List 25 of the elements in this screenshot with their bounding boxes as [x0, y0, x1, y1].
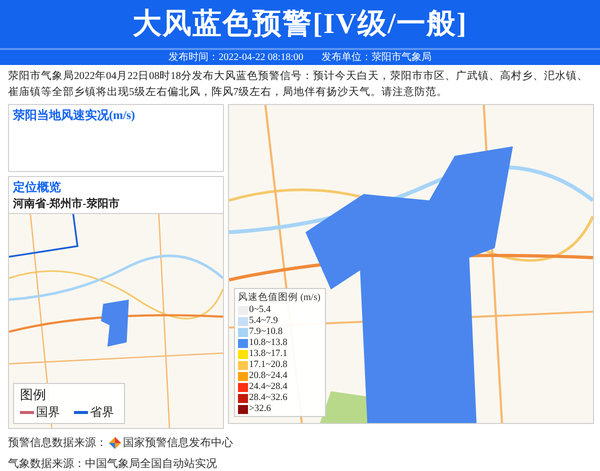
- location-path: 河南省-郑州市-荥阳市: [13, 196, 120, 211]
- legend-label: 20.8~24.4: [249, 371, 288, 381]
- panel-title: 定位概览: [13, 179, 62, 196]
- source-name: 国家预警信息发布中心: [123, 436, 233, 450]
- page-title: 大风蓝色预警[IV级/一般]: [132, 6, 468, 42]
- warning-description: 荥阳市气象局2022年04月22日08时18分发布大风蓝色预警信号：预计今天白天，荥阳市市区、广武镇、高村乡、汜水镇、崔庙镇等全部乡镇将出现5级左右偏北风，阵风7级左右，局地伴有扬沙天气。请注意防范。: [8, 69, 589, 100]
- legend-label: 28.4~32.6: [249, 393, 288, 403]
- diamond-logo-icon: [109, 436, 121, 448]
- legend-title: 图例: [20, 386, 47, 404]
- panel-title: 荥阳当地风速实况(m/s): [13, 107, 136, 124]
- legend-label: 10.8~13.8: [249, 338, 288, 348]
- legend-label: 13.8~17.1: [249, 349, 288, 359]
- legend-label: 24.4~28.4: [249, 382, 288, 392]
- legend-label: 17.1~20.8: [249, 360, 288, 370]
- legend-label: 5.4~7.9: [249, 316, 278, 326]
- legend-label: >32.6: [249, 404, 271, 414]
- legend-label: 7.9~10.8: [249, 327, 283, 337]
- publish-time: 发布时间：2022-04-22 08:18:00: [168, 50, 304, 64]
- publisher: 发布单位：荥阳市气象局: [321, 50, 432, 64]
- legend-label: 0~5.4: [249, 305, 271, 315]
- legend-title: 风速色值图例 (m/s): [238, 291, 322, 304]
- source-text: 预警信息数据来源：: [8, 436, 107, 450]
- legend-label: 省界: [90, 404, 114, 421]
- source-text: 气象数据来源：中国气象局全国自动站实况: [8, 456, 217, 471]
- legend-label: 国界: [36, 404, 60, 421]
